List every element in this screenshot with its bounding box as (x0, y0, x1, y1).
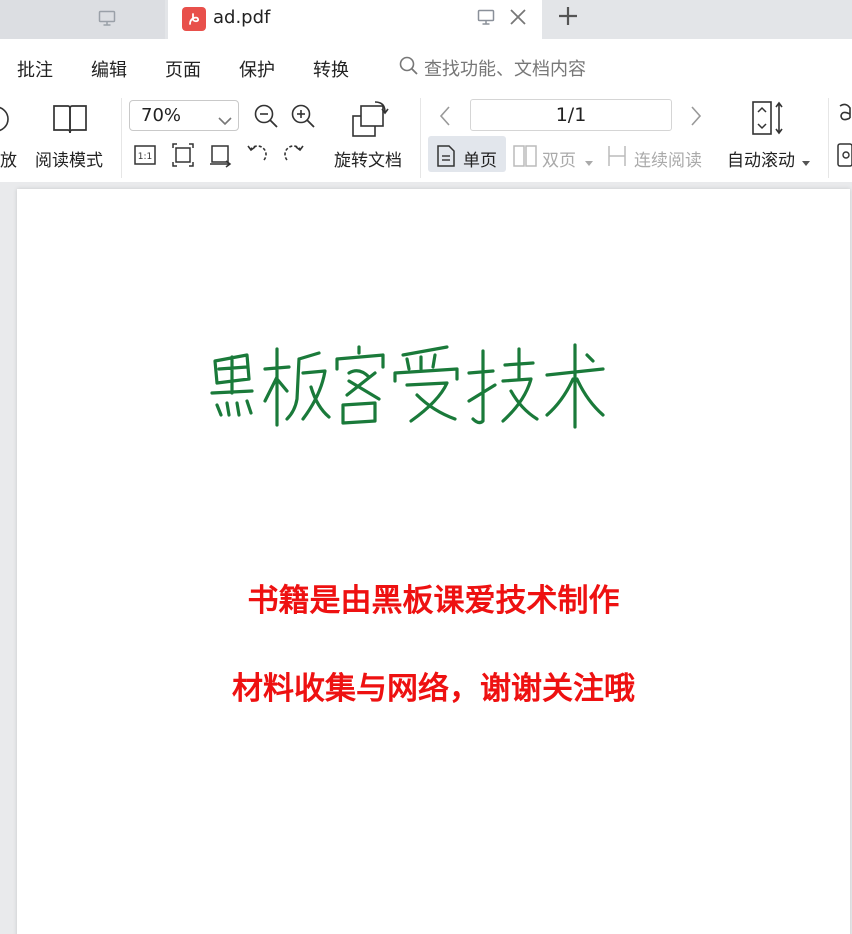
chevron-right-icon[interactable] (689, 105, 703, 131)
fit-width-icon[interactable] (208, 142, 232, 172)
document-area[interactable]: 书籍是由黑板课爱技术制作 材料收集与网络，谢谢关注哦 (0, 182, 852, 934)
menu-edit[interactable]: 编辑 (91, 56, 127, 82)
auto-scroll-icon[interactable] (750, 100, 786, 140)
toolbar-separator (420, 98, 421, 178)
zoom-select[interactable]: 70% (129, 100, 239, 131)
close-icon[interactable] (508, 7, 528, 31)
menu-page[interactable]: 页面 (165, 56, 201, 82)
page-number-value: 1/1 (555, 104, 587, 126)
pdf-page: 书籍是由黑板课爱技术制作 材料收集与网络，谢谢关注哦 (17, 189, 850, 934)
actual-size-icon[interactable]: 1:1 (133, 144, 157, 170)
zoom-out-icon[interactable] (253, 103, 279, 133)
fit-page-icon[interactable] (171, 142, 195, 172)
monitor-icon (98, 10, 116, 30)
chevron-left-icon[interactable] (438, 105, 452, 131)
menu-bar: 批注 编辑 页面 保护 转换 查找功能、文档内容 (0, 39, 852, 94)
toolbar-separator (121, 98, 122, 178)
caret-down-icon[interactable] (585, 152, 593, 171)
continuous-read-icon[interactable] (606, 144, 628, 172)
logo (210, 343, 605, 429)
book-icon[interactable] (52, 102, 88, 140)
tab-inactive[interactable] (0, 0, 165, 39)
search-placeholder: 查找功能、文档内容 (424, 59, 586, 80)
monitor-icon[interactable] (477, 9, 495, 29)
rotate-left-icon[interactable] (245, 142, 269, 170)
translate-icon[interactable] (836, 100, 852, 134)
page-number-input[interactable]: 1/1 (470, 99, 672, 131)
caret-down-icon[interactable] (802, 152, 810, 171)
document-text-line-1: 书籍是由黑板课爱技术制作 (247, 583, 620, 619)
search-box[interactable]: 查找功能、文档内容 (398, 55, 586, 81)
read-mode-label[interactable]: 阅读模式 (35, 146, 103, 171)
tab-title: ad.pdf (213, 7, 271, 28)
tab-bar: ad.pdf (0, 0, 852, 39)
tab-active[interactable]: ad.pdf (168, 0, 542, 39)
chevron-down-icon (218, 111, 232, 130)
at-icon[interactable] (836, 142, 852, 172)
zoom-circle-icon[interactable] (0, 104, 12, 138)
zoom-value: 70% (141, 105, 182, 126)
rotate-document-icon[interactable] (349, 100, 391, 144)
toolbar-separator (828, 98, 829, 178)
rotate-document-label[interactable]: 旋转文档 (334, 146, 402, 171)
menu-protect[interactable]: 保护 (239, 56, 275, 82)
document-text-line-2: 材料收集与网络，谢谢关注哦 (232, 671, 635, 707)
zoom-in-icon[interactable] (290, 103, 316, 133)
menu-convert[interactable]: 转换 (313, 56, 349, 82)
cut-label[interactable]: 放 (0, 146, 17, 171)
continuous-read-label[interactable]: 连续阅读 (634, 146, 702, 171)
plus-icon[interactable] (556, 4, 580, 32)
single-page-label: 单页 (463, 151, 497, 171)
svg-text:1:1: 1:1 (138, 152, 152, 162)
single-page-icon (436, 144, 456, 172)
double-page-label[interactable]: 双页 (542, 146, 576, 171)
toolbar: 放 阅读模式 70% 1:1 旋转文档 1/1 单页 双页 连续阅读 自动滚动 (0, 94, 852, 182)
double-page-icon[interactable] (512, 144, 538, 172)
menu-annotate[interactable]: 批注 (17, 56, 53, 82)
auto-scroll-label[interactable]: 自动滚动 (727, 146, 795, 171)
search-icon (398, 55, 420, 81)
rotate-right-icon[interactable] (282, 142, 306, 170)
pdf-icon (182, 7, 206, 31)
